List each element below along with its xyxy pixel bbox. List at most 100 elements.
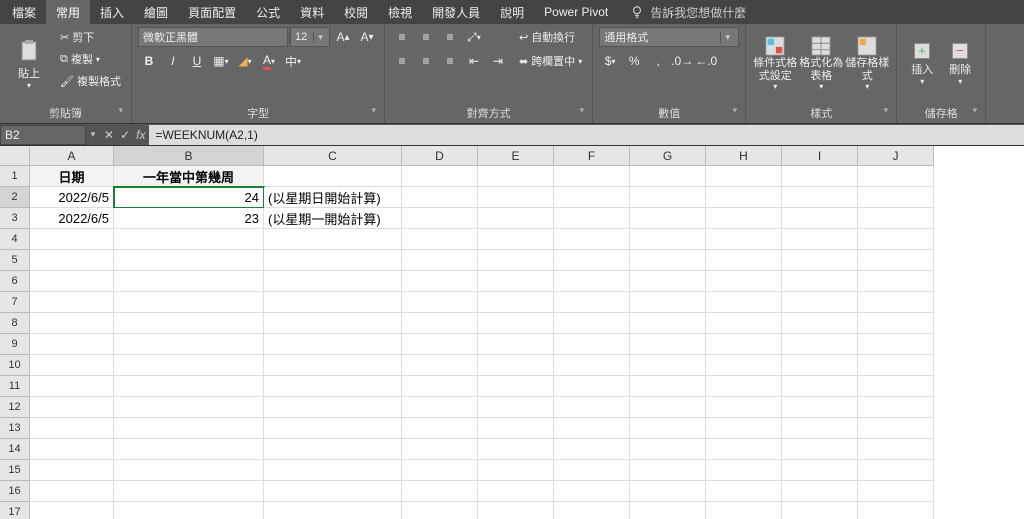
cell-E10[interactable] (478, 355, 554, 376)
increase-decimal-button[interactable]: .0→ (671, 51, 693, 71)
cell-J10[interactable] (858, 355, 934, 376)
cell-D6[interactable] (402, 271, 478, 292)
cell-D17[interactable] (402, 502, 478, 519)
cell-H15[interactable] (706, 460, 782, 481)
row-header-6[interactable]: 6 (0, 271, 30, 292)
row-header-4[interactable]: 4 (0, 229, 30, 250)
align-top-button[interactable]: ≡ (391, 27, 413, 47)
tab-page-layout[interactable]: 頁面配置 (178, 0, 246, 25)
cell-I10[interactable] (782, 355, 858, 376)
cell-D2[interactable] (402, 187, 478, 208)
cell-I4[interactable] (782, 229, 858, 250)
cell-A16[interactable] (30, 481, 114, 502)
cell-A15[interactable] (30, 460, 114, 481)
row-header-17[interactable]: 17 (0, 502, 30, 519)
cell-G11[interactable] (630, 376, 706, 397)
cell-D15[interactable] (402, 460, 478, 481)
cell-H6[interactable] (706, 271, 782, 292)
cell-G2[interactable] (630, 187, 706, 208)
tab-review[interactable]: 校閱 (334, 0, 378, 25)
cell-I17[interactable] (782, 502, 858, 519)
cell-I13[interactable] (782, 418, 858, 439)
cell-F9[interactable] (554, 334, 630, 355)
cell-E17[interactable] (478, 502, 554, 519)
orientation-button[interactable]: ⤢▾ (463, 27, 485, 47)
tab-help[interactable]: 說明 (490, 0, 534, 25)
cell-G10[interactable] (630, 355, 706, 376)
cell-H1[interactable] (706, 166, 782, 187)
cell-H9[interactable] (706, 334, 782, 355)
cell-J7[interactable] (858, 292, 934, 313)
cell-J14[interactable] (858, 439, 934, 460)
cut-button[interactable]: ✂剪下 (56, 27, 125, 47)
cell-H3[interactable] (706, 208, 782, 229)
conditional-format-button[interactable]: 條件式格式設定▾ (752, 27, 798, 99)
cell-D1[interactable] (402, 166, 478, 187)
cell-A1[interactable]: 日期 (30, 166, 114, 187)
cell-D11[interactable] (402, 376, 478, 397)
cell-G8[interactable] (630, 313, 706, 334)
cell-J1[interactable] (858, 166, 934, 187)
cell-B17[interactable] (114, 502, 264, 519)
cell-C13[interactable] (264, 418, 402, 439)
cell-J9[interactable] (858, 334, 934, 355)
cell-E11[interactable] (478, 376, 554, 397)
fx-button[interactable]: fx (136, 128, 145, 142)
cell-B7[interactable] (114, 292, 264, 313)
cell-I7[interactable] (782, 292, 858, 313)
cell-C7[interactable] (264, 292, 402, 313)
cell-A6[interactable] (30, 271, 114, 292)
cell-F7[interactable] (554, 292, 630, 313)
chevron-down-icon[interactable]: ▾ (313, 32, 327, 43)
increase-font-button[interactable]: A▴ (332, 27, 354, 47)
fill-color-button[interactable]: ◢▾ (234, 51, 256, 71)
cell-E4[interactable] (478, 229, 554, 250)
cell-A17[interactable] (30, 502, 114, 519)
cell-C5[interactable] (264, 250, 402, 271)
cell-G17[interactable] (630, 502, 706, 519)
cell-D5[interactable] (402, 250, 478, 271)
cell-B12[interactable] (114, 397, 264, 418)
cell-D14[interactable] (402, 439, 478, 460)
cell-H7[interactable] (706, 292, 782, 313)
merge-center-button[interactable]: ⬌跨欄置中▾ (515, 51, 586, 71)
cell-E6[interactable] (478, 271, 554, 292)
comma-button[interactable]: , (647, 51, 669, 71)
cell-E3[interactable] (478, 208, 554, 229)
column-header-F[interactable]: F (554, 146, 630, 166)
row-header-5[interactable]: 5 (0, 250, 30, 271)
phonetic-button[interactable]: 中▾ (282, 51, 304, 71)
cell-B14[interactable] (114, 439, 264, 460)
cell-E15[interactable] (478, 460, 554, 481)
tab-formulas[interactable]: 公式 (246, 0, 290, 25)
tab-file[interactable]: 檔案 (2, 0, 46, 25)
cell-F12[interactable] (554, 397, 630, 418)
cell-J4[interactable] (858, 229, 934, 250)
column-header-B[interactable]: B (114, 146, 264, 166)
row-header-8[interactable]: 8 (0, 313, 30, 334)
cell-F8[interactable] (554, 313, 630, 334)
cell-G9[interactable] (630, 334, 706, 355)
column-header-D[interactable]: D (402, 146, 478, 166)
row-header-14[interactable]: 14 (0, 439, 30, 460)
cell-E9[interactable] (478, 334, 554, 355)
number-format-dropdown[interactable]: ▾ (599, 27, 739, 47)
align-center-button[interactable]: ≡ (415, 51, 437, 71)
chevron-down-icon[interactable]: ▾ (720, 32, 734, 43)
cell-F11[interactable] (554, 376, 630, 397)
cell-A14[interactable] (30, 439, 114, 460)
column-header-J[interactable]: J (858, 146, 934, 166)
name-box-dropdown[interactable]: ▾ (86, 129, 100, 140)
cell-J3[interactable] (858, 208, 934, 229)
cell-A10[interactable] (30, 355, 114, 376)
cell-D7[interactable] (402, 292, 478, 313)
cell-C3[interactable]: (以星期一開始計算) (264, 208, 402, 229)
cell-C15[interactable] (264, 460, 402, 481)
cell-I5[interactable] (782, 250, 858, 271)
enter-formula-button[interactable]: ✓ (120, 128, 130, 142)
percent-button[interactable]: % (623, 51, 645, 71)
cell-F17[interactable] (554, 502, 630, 519)
cell-H4[interactable] (706, 229, 782, 250)
cell-C10[interactable] (264, 355, 402, 376)
font-size-dropdown[interactable]: ▾ (290, 27, 330, 47)
